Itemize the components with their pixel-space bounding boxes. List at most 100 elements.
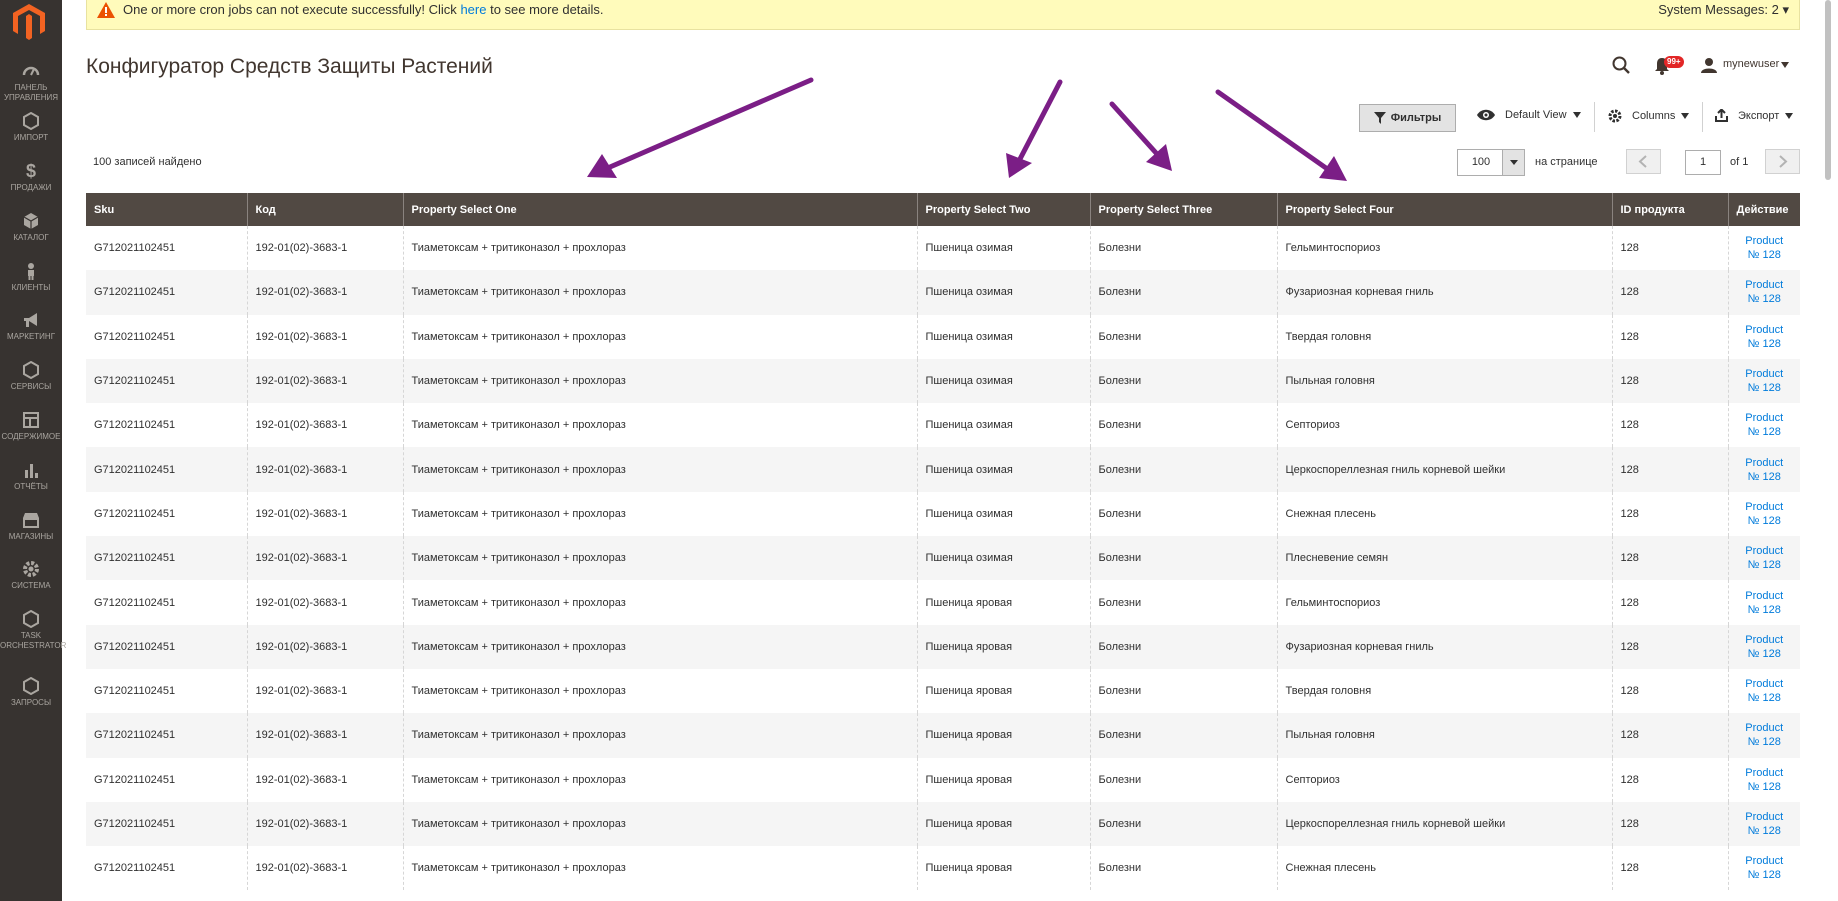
search-icon[interactable] (1612, 56, 1630, 74)
dollar-icon: $ (25, 161, 36, 181)
sidebar-item[interactable]: ИМПОРТ (0, 111, 62, 143)
table-cell: G712021102451 (86, 624, 247, 669)
bar-chart-icon (22, 461, 40, 479)
gear-icon (1608, 109, 1622, 123)
chevron-down-icon (1572, 112, 1581, 118)
table-cell: Тиаметоксам + тритиконазол + прохлораз (402, 270, 917, 315)
per-page-dropdown-button[interactable] (1502, 150, 1524, 175)
table-cell: Болезни (1089, 624, 1277, 669)
filters-button[interactable]: Фильтры (1359, 104, 1456, 132)
table-row: G712021102451 192-01(02)-3683-1 Тиаметокса… (86, 668, 1800, 714)
hexagon-icon (22, 360, 40, 380)
system-message-text: One or more cron jobs can not execute su… (123, 2, 604, 17)
columns-selector[interactable]: Columns (1608, 109, 1690, 123)
table-cell: 192-01(02)-3683-1 (246, 491, 403, 537)
table-cell: Тиаметоксам + тритиконазол + прохлораз (402, 226, 917, 271)
magento-logo-icon[interactable] (13, 4, 45, 40)
table-cell: Пшеница яровая (916, 713, 1090, 758)
product-link[interactable]: Product № 128 (1745, 811, 1783, 837)
table-cell: Тиаметоксам + тритиконазол + прохлораз (402, 358, 917, 404)
vertical-scrollbar-thumb[interactable] (1825, 0, 1831, 180)
table-cell: 128 (1611, 536, 1728, 581)
annotation-arrow-2 (1017, 79, 1063, 162)
column-header[interactable]: Property Select Three (1089, 193, 1277, 226)
product-link[interactable]: Product № 128 (1745, 722, 1783, 748)
product-link[interactable]: Product № 128 (1745, 457, 1783, 483)
sidebar-item[interactable]: ЗАПРОСЫ (0, 676, 62, 708)
table-cell: Церкоспореллезная гниль корневой шейки (1276, 447, 1612, 492)
action-cell: Product № 128 (1727, 226, 1800, 271)
product-link[interactable]: Product № 128 (1745, 279, 1783, 305)
product-link[interactable]: Product № 128 (1745, 678, 1783, 704)
annotation-arrowhead-3 (1146, 144, 1172, 171)
sidebar-item[interactable]: ПАНЕЛЬ УПРАВЛЕНИЯ (0, 62, 62, 103)
product-link[interactable]: Product № 128 (1745, 501, 1783, 527)
column-header[interactable]: ID продукта (1611, 193, 1728, 226)
table-cell: G712021102451 (94, 419, 176, 432)
product-link[interactable]: Product № 128 (1745, 590, 1783, 616)
table-cell: Пшеница яровая (916, 624, 1090, 669)
sidebar-item[interactable]: МАРКЕТИНГ (0, 311, 62, 342)
table-row: G712021102451 192-01(02)-3683-1 Тиаметокса… (86, 536, 1800, 581)
table-cell: Пшеница озимая (916, 491, 1090, 537)
table-cell: G712021102451 (94, 507, 176, 520)
sidebar-item[interactable]: TASK ORCHESTRATOR (0, 609, 66, 651)
system-message-link[interactable]: here (460, 2, 486, 17)
layout-icon (22, 411, 40, 429)
product-link[interactable]: Product № 128 (1745, 767, 1783, 793)
column-header[interactable]: Property Select Two (916, 193, 1090, 226)
table-cell: 128 (1611, 226, 1728, 271)
column-header[interactable]: Property Select Four (1276, 193, 1612, 226)
sidebar-item[interactable]: СИСТЕМА (0, 560, 62, 591)
table-cell: 192-01(02)-3683-1 (246, 447, 403, 492)
column-header[interactable]: Property Select One (402, 193, 917, 226)
page-number-input[interactable]: 1 (1685, 150, 1721, 175)
product-link[interactable]: Product № 128 (1745, 855, 1783, 881)
hexagon-icon (22, 609, 40, 629)
column-header[interactable]: Код (246, 193, 403, 226)
sidebar-item[interactable]: МАГАЗИНЫ (0, 511, 62, 542)
table-cell: Фузариозная корневая гниль (1276, 270, 1612, 315)
product-link[interactable]: Product № 128 (1745, 634, 1783, 660)
product-link[interactable]: Product № 128 (1745, 324, 1783, 350)
column-header[interactable]: Sku (86, 193, 247, 226)
export-selector[interactable]: Экспорт (1715, 109, 1794, 122)
action-cell: Product № 128 (1727, 757, 1800, 802)
next-page-button[interactable] (1765, 149, 1800, 174)
product-link[interactable]: Product № 128 (1745, 368, 1783, 394)
table-cell: Пшеница озимая (916, 403, 1090, 448)
sidebar-item[interactable]: КЛИЕНТЫ (0, 262, 62, 293)
per-page-select[interactable]: 100 (1457, 149, 1525, 176)
product-link[interactable]: Product № 128 (1745, 412, 1783, 438)
chevron-down-icon[interactable] (1781, 62, 1789, 68)
sidebar-item[interactable]: СЕРВИСЫ (0, 360, 62, 392)
table-cell: Болезни (1089, 491, 1277, 537)
system-messages-counter[interactable]: System Messages: 2 ▾ (1658, 0, 1789, 20)
previous-page-button[interactable] (1626, 149, 1661, 174)
table-cell: Пшеница озимая (916, 447, 1090, 492)
sidebar-item[interactable]: $ ПРОДАЖИ (0, 162, 62, 193)
records-found: 100 записей найдено (93, 156, 202, 168)
table-cell: Пшеница озимая (916, 358, 1090, 404)
table-cell: Пшеница озимая (916, 226, 1090, 271)
view-selector[interactable]: Default View (1477, 109, 1581, 121)
sidebar-item[interactable]: СОДЕРЖИМОЕ (0, 411, 62, 442)
annotation-arrow-1 (607, 77, 814, 170)
user-name[interactable]: mynewuser (1723, 58, 1779, 70)
table-cell: G712021102451 (86, 801, 247, 847)
notification-badge: 99+ (1664, 56, 1684, 68)
table-cell: Пшеница яровая (916, 668, 1090, 714)
sidebar-item[interactable]: КАТАЛОГ (0, 212, 62, 243)
product-link[interactable]: Product № 128 (1745, 545, 1783, 571)
sidebar-item-label: ИМПОРТ (13, 133, 49, 142)
table-cell: Пшеница яровая (916, 846, 1090, 891)
admin-sidebar: ПАНЕЛЬ УПРАВЛЕНИЯ ИМПОРТ $ ПРОДАЖИ КАТАЛОГ КЛ… (0, 0, 66, 901)
user-icon[interactable] (1701, 57, 1717, 73)
table-cell: G712021102451 (94, 862, 176, 875)
column-header[interactable]: Действие (1727, 193, 1800, 226)
sidebar-item[interactable]: ОТЧЁТЫ (0, 461, 62, 492)
action-cell: Product № 128 (1727, 580, 1800, 625)
table-cell: Снежная плесень (1276, 491, 1612, 537)
product-link[interactable]: Product № 128 (1745, 235, 1783, 261)
sidebar-item-label: СИСТЕМА (11, 581, 51, 590)
